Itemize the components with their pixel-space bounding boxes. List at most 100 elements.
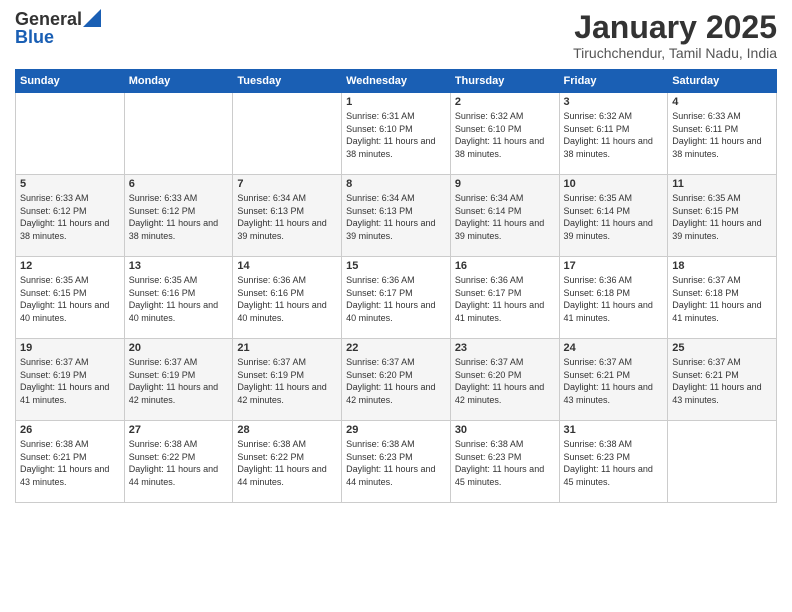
- calendar-header-saturday: Saturday: [668, 70, 777, 93]
- calendar-header-row: SundayMondayTuesdayWednesdayThursdayFrid…: [16, 70, 777, 93]
- calendar-cell: 3Sunrise: 6:32 AM Sunset: 6:11 PM Daylig…: [559, 93, 668, 175]
- cell-info: Sunrise: 6:36 AM Sunset: 6:17 PM Dayligh…: [346, 274, 446, 324]
- cell-info: Sunrise: 6:38 AM Sunset: 6:23 PM Dayligh…: [346, 438, 446, 488]
- cell-info: Sunrise: 6:37 AM Sunset: 6:20 PM Dayligh…: [346, 356, 446, 406]
- calendar-cell: 1Sunrise: 6:31 AM Sunset: 6:10 PM Daylig…: [342, 93, 451, 175]
- logo-general-text: General: [15, 10, 82, 28]
- calendar-cell: 26 Sunrise: 6:38 AM Sunset: 6:21 PM Dayli…: [16, 421, 125, 503]
- cell-info: Sunrise: 6:37 AM Sunset: 6:19 PM Dayligh…: [129, 356, 229, 406]
- calendar-cell: 11 Sunrise: 6:35 AM Sunset: 6:15 PM Dayli…: [668, 175, 777, 257]
- day-number: 25: [672, 342, 772, 354]
- day-number: 2: [455, 96, 555, 108]
- cell-info: Sunrise: 6:33 AM Sunset: 6:11 PM Dayligh…: [672, 110, 772, 160]
- day-number: 14: [237, 260, 337, 272]
- day-number: 22: [346, 342, 446, 354]
- day-number: 21: [237, 342, 337, 354]
- calendar-cell: 5Sunrise: 6:33 AM Sunset: 6:12 PM Daylig…: [16, 175, 125, 257]
- calendar-header-wednesday: Wednesday: [342, 70, 451, 93]
- calendar-week-2: 5Sunrise: 6:33 AM Sunset: 6:12 PM Daylig…: [16, 175, 777, 257]
- cell-info: Sunrise: 6:34 AM Sunset: 6:13 PM Dayligh…: [237, 192, 337, 242]
- calendar-header-friday: Friday: [559, 70, 668, 93]
- cell-info: Sunrise: 6:35 AM Sunset: 6:15 PM Dayligh…: [672, 192, 772, 242]
- calendar-cell: 9 Sunrise: 6:34 AM Sunset: 6:14 PM Daylig…: [450, 175, 559, 257]
- cell-info: Sunrise: 6:37 AM Sunset: 6:19 PM Dayligh…: [20, 356, 120, 406]
- title-block: January 2025 Tiruchchendur, Tamil Nadu, …: [573, 10, 777, 61]
- cell-info: Sunrise: 6:38 AM Sunset: 6:23 PM Dayligh…: [564, 438, 664, 488]
- calendar-cell: 18Sunrise: 6:37 AM Sunset: 6:18 PM Dayli…: [668, 257, 777, 339]
- cell-info: Sunrise: 6:35 AM Sunset: 6:14 PM Dayligh…: [564, 192, 664, 242]
- calendar-cell: 20Sunrise: 6:37 AM Sunset: 6:19 PM Dayli…: [124, 339, 233, 421]
- day-number: 13: [129, 260, 229, 272]
- cell-info: Sunrise: 6:37 AM Sunset: 6:18 PM Dayligh…: [672, 274, 772, 324]
- calendar-cell: 27 Sunrise: 6:38 AM Sunset: 6:22 PM Dayli…: [124, 421, 233, 503]
- page: General Blue January 2025 Tiruchchendur,…: [0, 0, 792, 513]
- cell-info: Sunrise: 6:37 AM Sunset: 6:21 PM Dayligh…: [672, 356, 772, 406]
- calendar-cell: 19 Sunrise: 6:37 AM Sunset: 6:19 PM Dayli…: [16, 339, 125, 421]
- cell-info: Sunrise: 6:33 AM Sunset: 6:12 PM Dayligh…: [20, 192, 120, 242]
- calendar-cell: 23Sunrise: 6:37 AM Sunset: 6:20 PM Dayli…: [450, 339, 559, 421]
- day-number: 27: [129, 424, 229, 436]
- calendar-cell: 28 Sunrise: 6:38 AM Sunset: 6:22 PM Dayli…: [233, 421, 342, 503]
- calendar-cell: 16Sunrise: 6:36 AM Sunset: 6:17 PM Dayli…: [450, 257, 559, 339]
- cell-info: Sunrise: 6:35 AM Sunset: 6:16 PM Dayligh…: [129, 274, 229, 324]
- calendar-cell: 22 Sunrise: 6:37 AM Sunset: 6:20 PM Dayli…: [342, 339, 451, 421]
- cell-info: Sunrise: 6:36 AM Sunset: 6:17 PM Dayligh…: [455, 274, 555, 324]
- day-number: 10: [564, 178, 664, 190]
- cell-info: Sunrise: 6:32 AM Sunset: 6:11 PM Dayligh…: [564, 110, 664, 160]
- day-number: 23: [455, 342, 555, 354]
- calendar-cell: 7 Sunrise: 6:34 AM Sunset: 6:13 PM Daylig…: [233, 175, 342, 257]
- calendar-cell: 31 Sunrise: 6:38 AM Sunset: 6:23 PM Dayli…: [559, 421, 668, 503]
- day-number: 8: [346, 178, 446, 190]
- calendar-header-tuesday: Tuesday: [233, 70, 342, 93]
- cell-info: Sunrise: 6:38 AM Sunset: 6:22 PM Dayligh…: [129, 438, 229, 488]
- calendar-cell: [233, 93, 342, 175]
- day-number: 28: [237, 424, 337, 436]
- cell-info: Sunrise: 6:36 AM Sunset: 6:16 PM Dayligh…: [237, 274, 337, 324]
- calendar-header-thursday: Thursday: [450, 70, 559, 93]
- cell-info: Sunrise: 6:35 AM Sunset: 6:15 PM Dayligh…: [20, 274, 120, 324]
- cell-info: Sunrise: 6:37 AM Sunset: 6:21 PM Dayligh…: [564, 356, 664, 406]
- day-number: 31: [564, 424, 664, 436]
- calendar-header-sunday: Sunday: [16, 70, 125, 93]
- cell-info: Sunrise: 6:33 AM Sunset: 6:12 PM Dayligh…: [129, 192, 229, 242]
- day-number: 11: [672, 178, 772, 190]
- calendar-cell: [124, 93, 233, 175]
- day-number: 17: [564, 260, 664, 272]
- calendar-cell: 30 Sunrise: 6:38 AM Sunset: 6:23 PM Dayli…: [450, 421, 559, 503]
- day-number: 19: [20, 342, 120, 354]
- calendar-cell: 6 Sunrise: 6:33 AM Sunset: 6:12 PM Daylig…: [124, 175, 233, 257]
- calendar-cell: 4Sunrise: 6:33 AM Sunset: 6:11 PM Daylig…: [668, 93, 777, 175]
- cell-info: Sunrise: 6:38 AM Sunset: 6:23 PM Dayligh…: [455, 438, 555, 488]
- day-number: 26: [20, 424, 120, 436]
- calendar-cell: 21 Sunrise: 6:37 AM Sunset: 6:19 PM Dayli…: [233, 339, 342, 421]
- cell-info: Sunrise: 6:31 AM Sunset: 6:10 PM Dayligh…: [346, 110, 446, 160]
- logo-triangle-icon: [83, 9, 101, 27]
- day-number: 24: [564, 342, 664, 354]
- cell-info: Sunrise: 6:32 AM Sunset: 6:10 PM Dayligh…: [455, 110, 555, 160]
- logo-blue-text: Blue: [15, 28, 54, 46]
- calendar-cell: 12 Sunrise: 6:35 AM Sunset: 6:15 PM Dayli…: [16, 257, 125, 339]
- calendar-week-1: 1Sunrise: 6:31 AM Sunset: 6:10 PM Daylig…: [16, 93, 777, 175]
- calendar-table: SundayMondayTuesdayWednesdayThursdayFrid…: [15, 69, 777, 503]
- cell-info: Sunrise: 6:34 AM Sunset: 6:14 PM Dayligh…: [455, 192, 555, 242]
- cell-info: Sunrise: 6:38 AM Sunset: 6:21 PM Dayligh…: [20, 438, 120, 488]
- calendar-cell: 14 Sunrise: 6:36 AM Sunset: 6:16 PM Dayli…: [233, 257, 342, 339]
- location-subtitle: Tiruchchendur, Tamil Nadu, India: [573, 45, 777, 61]
- cell-info: Sunrise: 6:36 AM Sunset: 6:18 PM Dayligh…: [564, 274, 664, 324]
- day-number: 30: [455, 424, 555, 436]
- cell-info: Sunrise: 6:37 AM Sunset: 6:19 PM Dayligh…: [237, 356, 337, 406]
- calendar-cell: 2 Sunrise: 6:32 AM Sunset: 6:10 PM Daylig…: [450, 93, 559, 175]
- calendar-cell: 24 Sunrise: 6:37 AM Sunset: 6:21 PM Dayli…: [559, 339, 668, 421]
- day-number: 7: [237, 178, 337, 190]
- calendar-cell: [16, 93, 125, 175]
- day-number: 9: [455, 178, 555, 190]
- calendar-week-4: 19 Sunrise: 6:37 AM Sunset: 6:19 PM Dayli…: [16, 339, 777, 421]
- cell-info: Sunrise: 6:38 AM Sunset: 6:22 PM Dayligh…: [237, 438, 337, 488]
- calendar-week-3: 12 Sunrise: 6:35 AM Sunset: 6:15 PM Dayli…: [16, 257, 777, 339]
- day-number: 12: [20, 260, 120, 272]
- calendar-week-5: 26 Sunrise: 6:38 AM Sunset: 6:21 PM Dayli…: [16, 421, 777, 503]
- day-number: 6: [129, 178, 229, 190]
- logo: General Blue: [15, 10, 101, 46]
- header: General Blue January 2025 Tiruchchendur,…: [15, 10, 777, 61]
- month-title: January 2025: [573, 10, 777, 45]
